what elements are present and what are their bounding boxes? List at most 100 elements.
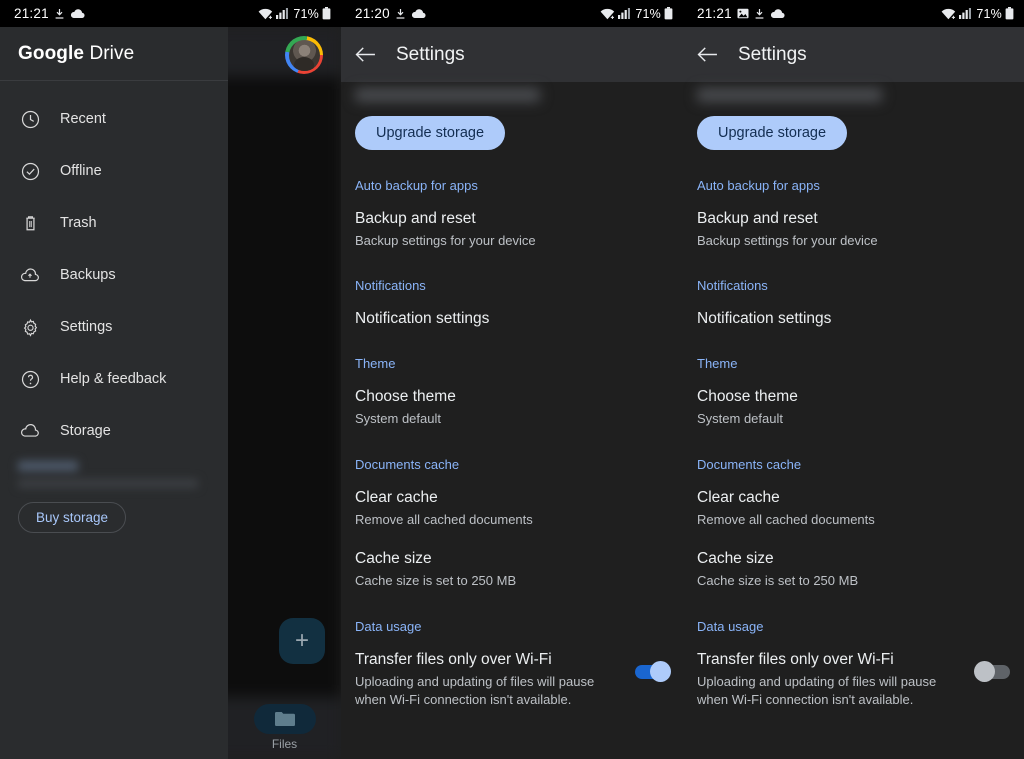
arrow-back-icon[interactable] [355, 46, 376, 63]
sidebar-item-label: Backups [60, 267, 116, 283]
list-item-title: Cache size [355, 550, 432, 568]
battery-icon [664, 7, 673, 20]
panel-settings-toggle-on: 21:20 71% Settings Upgrade storage Auto … [341, 0, 683, 759]
list-item-title: Backup and reset [355, 210, 476, 227]
logo-drive: Drive [89, 42, 135, 64]
signal-icon [276, 8, 289, 19]
panel-drive-drawer: 21:21 71% + Files Google Drive Recent Of… [0, 0, 341, 759]
wifi-icon [600, 8, 615, 20]
list-item-notification-settings[interactable]: Notification settings [697, 310, 1010, 328]
list-item-title: Notification settings [355, 310, 490, 328]
sidebar-item-offline[interactable]: Offline [0, 151, 228, 191]
buy-storage-button[interactable]: Buy storage [18, 502, 127, 533]
toggle-thumb [650, 660, 671, 682]
avatar-google-ring [285, 36, 323, 74]
avatar[interactable] [285, 36, 323, 74]
clock-icon [20, 109, 40, 129]
app-bar: Settings [683, 27, 1024, 82]
storage-usage-blurred [18, 461, 216, 488]
upgrade-storage-button[interactable]: Upgrade storage [355, 116, 506, 150]
list-item-title: Choose theme [697, 388, 798, 406]
signal-icon [959, 8, 972, 19]
image-icon [737, 8, 749, 19]
list-item-subtitle: Cache size is set to 250 MB [355, 573, 517, 589]
app-bar: Settings [341, 27, 683, 82]
list-item-transfer-over-wifi[interactable]: Transfer files only over Wi-Fi Uploading… [355, 651, 671, 710]
settings-content: Upgrade storage Auto backup for apps Bac… [683, 82, 1024, 759]
status-time: 21:20 [355, 6, 390, 21]
list-item-choose-theme[interactable]: Choose theme System default [697, 388, 1010, 428]
sidebar-item-trash[interactable]: Trash [0, 203, 228, 243]
list-item-subtitle: Remove all cached documents [355, 511, 533, 527]
bottom-nav-item-files[interactable]: Files [228, 695, 341, 759]
list-item-cache-size[interactable]: Cache size Cache size is set to 250 MB [697, 550, 1010, 590]
battery-percent: 71% [976, 6, 1002, 21]
storage-summary-blurred [355, 82, 669, 102]
wifi-only-toggle[interactable] [974, 660, 1010, 682]
cloud-icon [20, 421, 40, 441]
list-item-subtitle: Uploading and updating of files will pau… [697, 673, 937, 708]
sidebar-item-label: Offline [60, 163, 102, 179]
section-label-documents-cache: Documents cache [355, 456, 460, 472]
list-item-subtitle: Cache size is set to 250 MB [697, 573, 859, 589]
list-item-notification-settings[interactable]: Notification settings [355, 310, 669, 328]
status-bar-right: 71% [600, 7, 673, 21]
app-logo: Google Drive [18, 43, 134, 65]
plus-icon: + [294, 627, 309, 654]
list-item-subtitle: Remove all cached documents [697, 511, 875, 527]
trash-icon [20, 213, 40, 233]
sidebar-item-label: Help & feedback [60, 371, 167, 387]
list-item-backup-and-reset[interactable]: Backup and reset Backup settings for you… [697, 210, 1010, 250]
status-bar: 21:20 71% [341, 0, 683, 27]
wifi-only-toggle[interactable] [635, 660, 671, 682]
status-time: 21:21 [697, 6, 732, 21]
list-item-title: Backup and reset [697, 210, 818, 227]
section-label-notifications: Notifications [697, 278, 768, 294]
battery-icon [322, 7, 331, 20]
signal-icon [618, 8, 631, 19]
status-time: 21:21 [14, 6, 49, 21]
toggle-thumb [974, 660, 995, 682]
cloud-icon [411, 8, 426, 19]
list-item-title: Choose theme [355, 388, 456, 406]
wifi-icon [941, 8, 956, 20]
buy-storage-label: Buy storage [36, 510, 109, 525]
section-label-data-usage: Data usage [697, 618, 764, 634]
offline-check-icon [20, 161, 40, 181]
navigation-drawer: Google Drive Recent Offline Trash Backup… [0, 27, 228, 759]
list-item-cache-size[interactable]: Cache size Cache size is set to 250 MB [355, 550, 669, 590]
help-circle-icon [20, 369, 40, 389]
three-phone-screenshots: 21:21 71% + Files Google Drive Recent Of… [0, 0, 1024, 759]
battery-percent: 71% [635, 6, 661, 21]
upgrade-storage-label: Upgrade storage [376, 125, 485, 141]
sidebar-item-storage[interactable]: Storage [0, 411, 228, 451]
sidebar-item-help-feedback[interactable]: Help & feedback [0, 359, 228, 399]
list-item-title: Clear cache [697, 488, 780, 506]
create-new-fab[interactable]: + [279, 618, 325, 664]
section-label-documents-cache: Documents cache [697, 456, 802, 472]
sidebar-item-label: Recent [60, 111, 106, 127]
sidebar-item-backups[interactable]: Backups [0, 255, 228, 295]
status-bar-left: 21:20 [355, 6, 426, 21]
list-item-clear-cache[interactable]: Clear cache Remove all cached documents [355, 489, 669, 529]
list-item-title: Notification settings [697, 310, 832, 328]
settings-content: Upgrade storage Auto backup for apps Bac… [341, 82, 683, 759]
list-item-backup-and-reset[interactable]: Backup and reset Backup settings for you… [355, 210, 669, 250]
sidebar-item-settings[interactable]: Settings [0, 307, 228, 347]
list-item-clear-cache[interactable]: Clear cache Remove all cached documents [697, 489, 1010, 529]
section-label-auto-backup: Auto backup for apps [697, 178, 820, 193]
folder-icon [253, 703, 316, 734]
arrow-back-icon[interactable] [697, 46, 718, 63]
status-bar: 21:21 71% [0, 0, 341, 27]
avatar-photo [288, 39, 320, 71]
upgrade-storage-label: Upgrade storage [718, 125, 827, 141]
drawer-item-list: Recent Offline Trash Backups Settings He… [0, 81, 228, 533]
logo-google: Google [18, 42, 85, 64]
sidebar-item-recent[interactable]: Recent [0, 99, 228, 139]
section-label-auto-backup: Auto backup for apps [355, 178, 478, 193]
list-item-choose-theme[interactable]: Choose theme System default [355, 388, 669, 428]
upgrade-storage-button[interactable]: Upgrade storage [697, 116, 848, 150]
status-bar-right: 71% [941, 7, 1014, 21]
list-item-transfer-over-wifi[interactable]: Transfer files only over Wi-Fi Uploading… [697, 651, 1010, 710]
section-label-notifications: Notifications [355, 278, 426, 294]
